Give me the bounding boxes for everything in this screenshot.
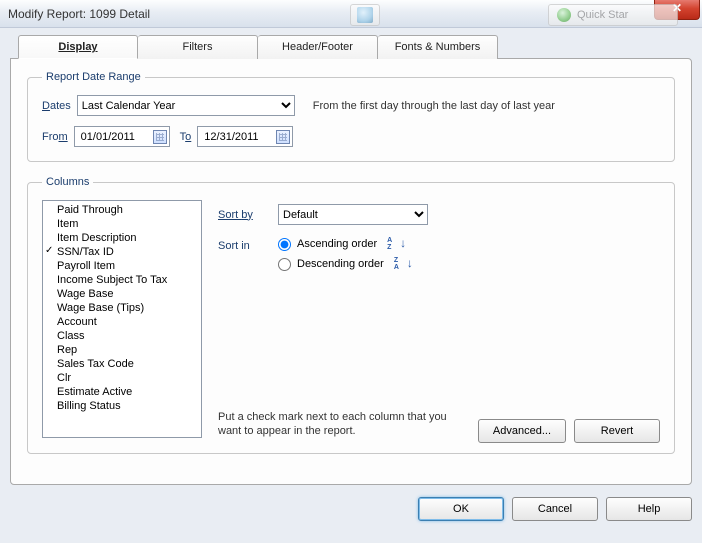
column-item[interactable]: Sales Tax Code — [43, 357, 201, 371]
column-item[interactable]: Paid Through — [43, 203, 201, 217]
dates-hint: From the first day through the last day … — [313, 100, 555, 112]
tab-header-footer[interactable]: Header/Footer — [258, 35, 378, 59]
sort-asc-option[interactable]: Ascending order AZ ↓ — [278, 237, 413, 251]
sort-by-label: Sort by — [218, 209, 268, 221]
sort-asc-radio[interactable] — [278, 238, 291, 251]
bg-label-2: Quick Star — [577, 9, 628, 21]
bg-icon-1 — [357, 7, 373, 23]
date-range-legend: Report Date Range — [42, 71, 145, 83]
date-range-group: Report Date Range Dates Last Calendar Ye… — [27, 71, 675, 162]
advanced-button[interactable]: Advanced... — [478, 419, 566, 443]
dates-label: Dates — [42, 100, 71, 112]
bg-toolbar-button-1 — [350, 4, 380, 26]
dates-preset-select[interactable]: Last Calendar Year — [77, 95, 295, 116]
columns-hint: Put a check mark next to each column tha… — [218, 410, 448, 438]
sort-desc-option[interactable]: Descending order ZA ↓ — [278, 257, 413, 271]
from-date-field[interactable] — [74, 126, 170, 147]
from-date-input[interactable] — [79, 130, 149, 144]
bg-icon-2 — [557, 8, 571, 22]
columns-legend: Columns — [42, 176, 93, 188]
sort-asc-icon: AZ — [387, 237, 392, 251]
window-title: Modify Report: 1099 Detail — [8, 7, 150, 21]
arrow-down-icon: ↓ — [407, 256, 413, 270]
columns-group: Columns Paid ThroughItemItem Description… — [27, 176, 675, 454]
column-item[interactable]: Clr — [43, 371, 201, 385]
from-label: From — [42, 131, 68, 143]
tab-panel-display: Report Date Range Dates Last Calendar Ye… — [10, 58, 692, 485]
tabstrip: Display Filters Header/Footer Fonts & Nu… — [18, 34, 692, 58]
sort-desc-radio[interactable] — [278, 258, 291, 271]
dialog-button-row: OK Cancel Help — [10, 497, 692, 521]
tab-filters[interactable]: Filters — [138, 35, 258, 59]
to-date-input[interactable] — [202, 130, 272, 144]
bg-toolbar-button-2: Quick Star — [548, 4, 678, 26]
column-item[interactable]: Wage Base — [43, 287, 201, 301]
cancel-button[interactable]: Cancel — [512, 497, 598, 521]
column-item[interactable]: Billing Status — [43, 399, 201, 413]
tab-fonts-numbers[interactable]: Fonts & Numbers — [378, 35, 498, 59]
revert-button[interactable]: Revert — [574, 419, 660, 443]
arrow-down-icon: ↓ — [400, 236, 406, 250]
ok-button[interactable]: OK — [418, 497, 504, 521]
column-item[interactable]: Payroll Item — [43, 259, 201, 273]
column-item[interactable]: Item — [43, 217, 201, 231]
to-label: To — [180, 131, 192, 143]
help-button[interactable]: Help — [606, 497, 692, 521]
tab-display[interactable]: Display — [18, 35, 138, 59]
sort-desc-icon: ZA — [394, 257, 399, 271]
sort-in-label: Sort in — [218, 237, 268, 252]
column-item[interactable]: Rep — [43, 343, 201, 357]
to-date-field[interactable] — [197, 126, 293, 147]
sort-by-select[interactable]: Default — [278, 204, 428, 225]
column-item[interactable]: Account — [43, 315, 201, 329]
column-item[interactable]: Income Subject To Tax — [43, 273, 201, 287]
column-item[interactable]: SSN/Tax ID — [43, 245, 201, 259]
columns-listbox[interactable]: Paid ThroughItemItem DescriptionSSN/Tax … — [42, 200, 202, 438]
column-item[interactable]: Class — [43, 329, 201, 343]
calendar-icon[interactable] — [276, 130, 290, 144]
column-item[interactable]: Item Description — [43, 231, 201, 245]
calendar-icon[interactable] — [153, 130, 167, 144]
column-item[interactable]: Estimate Active — [43, 385, 201, 399]
column-item[interactable]: Wage Base (Tips) — [43, 301, 201, 315]
sort-asc-label: Ascending order — [297, 238, 377, 250]
sort-desc-label: Descending order — [297, 258, 384, 270]
